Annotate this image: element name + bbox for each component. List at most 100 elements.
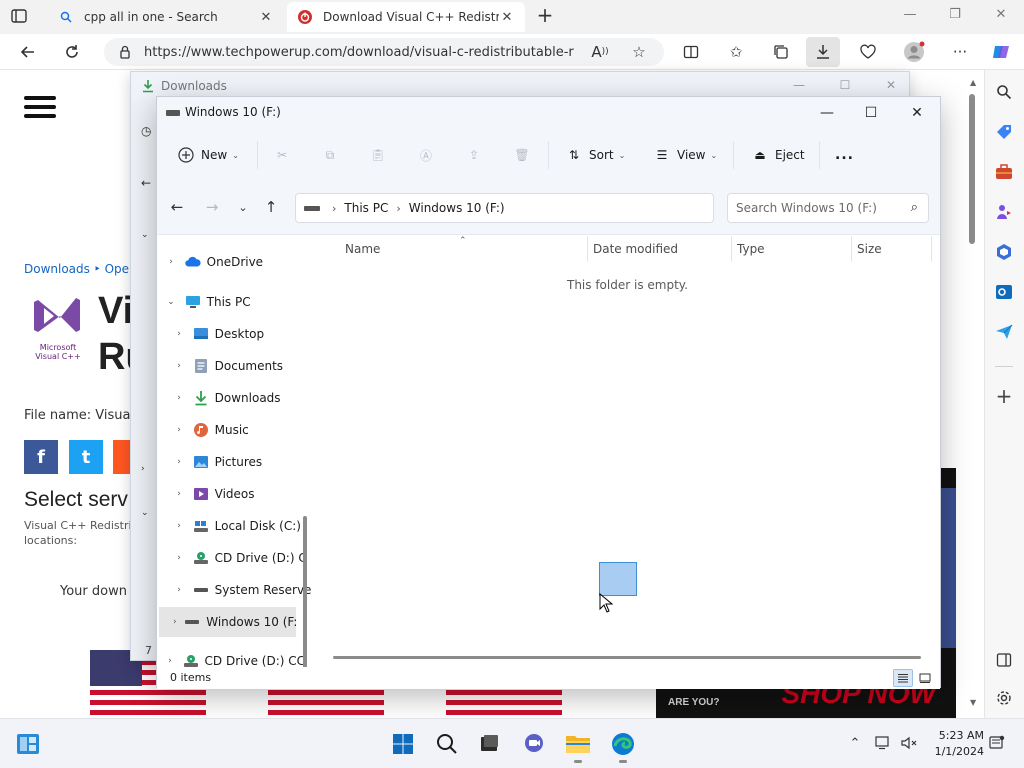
hamburger-menu-icon[interactable]	[24, 96, 56, 118]
games-icon[interactable]	[994, 202, 1014, 222]
column-header-date-modified[interactable]: Date modified	[593, 242, 678, 256]
rename-button[interactable]: Ⓐ	[417, 143, 441, 167]
facebook-share-button[interactable]: f	[24, 440, 58, 474]
notifications-icon[interactable]	[988, 734, 1006, 752]
sort-button[interactable]: ⇅ Sort ⌄	[565, 143, 625, 167]
back-arrow-icon[interactable]: ←	[141, 176, 151, 190]
tab-actions-icon[interactable]	[10, 7, 30, 27]
file-list[interactable]: ⌃ Name Date modified Type Size This fold…	[315, 236, 940, 667]
nav-item-music[interactable]: › Music	[173, 415, 313, 445]
split-screen-icon[interactable]	[681, 42, 701, 62]
close-window-icon[interactable]: ✕	[992, 7, 1010, 25]
explorer-titlebar[interactable]: Windows 10 (F:) — ☐ ✕	[157, 97, 940, 129]
add-sidebar-app-icon[interactable]: +	[994, 384, 1014, 408]
eject-button[interactable]: ⏏ Eject	[751, 143, 804, 167]
copy-button[interactable]: ⧉	[321, 143, 345, 167]
back-icon[interactable]	[16, 40, 40, 64]
start-windows-icon[interactable]	[390, 731, 416, 757]
delete-button[interactable]: 🗑︎	[513, 143, 537, 167]
copilot-icon[interactable]	[991, 42, 1011, 62]
breadcrumb[interactable]: Downloads ‣ Opera	[24, 262, 141, 276]
close-tab-icon[interactable]: ✕	[499, 10, 515, 25]
edge-browser-icon[interactable]	[610, 731, 636, 763]
recent-locations-chevron-icon[interactable]: ⌄	[233, 197, 253, 217]
maximize-icon[interactable]: ☐	[861, 103, 881, 123]
nav-item-system-reserved[interactable]: › System Reserve	[173, 575, 313, 605]
minimize-icon[interactable]: —	[901, 7, 919, 25]
favorites-icon[interactable]: ✩	[726, 42, 746, 62]
address-path-bar[interactable]: › This PC › Windows 10 (F:) ⌄ ↻	[295, 193, 840, 223]
nav-item-pictures[interactable]: › Pictures	[173, 447, 313, 477]
breadcrumb-current[interactable]: Windows 10 (F:)	[409, 201, 505, 215]
close-icon[interactable]: ✕	[907, 103, 927, 123]
cut-button[interactable]: ✂	[273, 143, 297, 167]
view-button[interactable]: ☰ View ⌄	[653, 143, 718, 167]
back-arrow-icon[interactable]: ←	[167, 197, 187, 217]
url-bar[interactable]: https://www.techpowerup.com/download/vis…	[104, 38, 664, 66]
collections-icon[interactable]	[771, 42, 791, 62]
chevron-right-icon[interactable]: ›	[141, 464, 145, 474]
close-tab-icon[interactable]: ✕	[258, 10, 274, 25]
nav-item-documents[interactable]: › Documents	[173, 351, 313, 381]
nav-item-windows10-f[interactable]: › Windows 10 (F:	[159, 607, 297, 637]
lock-icon[interactable]	[118, 45, 132, 59]
share-button[interactable]: ⇪	[465, 143, 489, 167]
forward-arrow-icon[interactable]: →	[202, 197, 222, 217]
nav-item-this-pc[interactable]: ⌄ This PC	[165, 287, 305, 317]
page-scrollbar[interactable]: ▲ ▼	[966, 70, 980, 718]
hide-sidebar-icon[interactable]	[994, 650, 1014, 670]
tab-search[interactable]: cpp all in one - Search ✕	[48, 2, 284, 32]
tools-icon[interactable]	[994, 162, 1014, 182]
file-explorer-window[interactable]: Windows 10 (F:) — ☐ ✕ New ⌄ ✂ ⧉ 📋︎ Ⓐ ⇪ 🗑︎…	[156, 96, 941, 689]
details-view-toggle[interactable]	[893, 669, 913, 687]
column-divider[interactable]	[731, 236, 732, 262]
horizontal-scrollbar[interactable]	[333, 656, 921, 659]
close-icon[interactable]: ✕	[883, 78, 899, 94]
minimize-icon[interactable]: —	[817, 103, 837, 123]
large-icons-view-toggle[interactable]	[915, 669, 935, 687]
refresh-icon[interactable]	[60, 40, 84, 64]
nav-item-downloads[interactable]: › Downloads	[173, 383, 313, 413]
favorite-star-icon[interactable]: ☆	[629, 42, 649, 62]
shopping-tag-icon[interactable]	[994, 122, 1014, 142]
sidebar-settings-icon[interactable]	[994, 688, 1014, 708]
downloads-toolbar-icon[interactable]	[806, 37, 840, 67]
search-icon[interactable]	[434, 731, 460, 757]
search-input[interactable]: Search Windows 10 (F:) ⌕	[727, 193, 929, 223]
chevron-down-icon[interactable]: ⌄	[141, 508, 149, 518]
column-header-name[interactable]: Name	[345, 242, 380, 256]
task-view-icon[interactable]	[476, 731, 502, 757]
column-divider[interactable]	[587, 236, 588, 262]
profile-avatar-icon[interactable]	[902, 40, 926, 64]
microsoft365-icon[interactable]	[994, 242, 1014, 262]
column-header-type[interactable]: Type	[737, 242, 765, 256]
tab-download-visual-cpp[interactable]: Download Visual C++ Redistribu ✕	[287, 2, 525, 32]
maximize-icon[interactable]: ☐	[837, 78, 853, 94]
column-divider[interactable]	[851, 236, 852, 262]
paste-button[interactable]: 📋︎	[369, 143, 393, 167]
navigation-pane-scrollbar[interactable]	[303, 516, 307, 667]
nav-item-local-disk-c[interactable]: › Local Disk (C:)	[173, 511, 313, 541]
reddit-share-button[interactable]	[113, 440, 131, 474]
column-divider[interactable]	[931, 236, 932, 262]
restore-icon[interactable]: ❐	[946, 7, 964, 25]
drop-send-icon[interactable]	[994, 322, 1014, 342]
nav-item-desktop[interactable]: › Desktop	[173, 319, 313, 349]
minimize-icon[interactable]: —	[791, 78, 807, 94]
file-explorer-taskbar-icon[interactable]	[565, 731, 591, 763]
settings-more-icon[interactable]: ···	[950, 42, 970, 62]
network-monitor-icon[interactable]	[874, 734, 892, 752]
new-tab-button[interactable]: +	[534, 5, 556, 27]
twitter-share-button[interactable]: t	[69, 440, 103, 474]
show-hidden-icons-chevron[interactable]: ⌃	[846, 734, 864, 752]
column-header-size[interactable]: Size	[857, 242, 882, 256]
outlook-icon[interactable]	[994, 282, 1014, 302]
read-aloud-icon[interactable]: A))	[590, 42, 610, 62]
more-options-button[interactable]: ...	[835, 143, 854, 167]
nav-item-videos[interactable]: › Videos	[173, 479, 313, 509]
system-clock[interactable]: 5:23 AM 1/1/2024	[930, 728, 984, 760]
nav-item-onedrive[interactable]: › OneDrive	[165, 247, 305, 277]
widgets-icon[interactable]	[15, 731, 41, 757]
breadcrumb-this-pc[interactable]: This PC	[344, 201, 388, 215]
chat-teams-icon[interactable]	[521, 731, 547, 757]
